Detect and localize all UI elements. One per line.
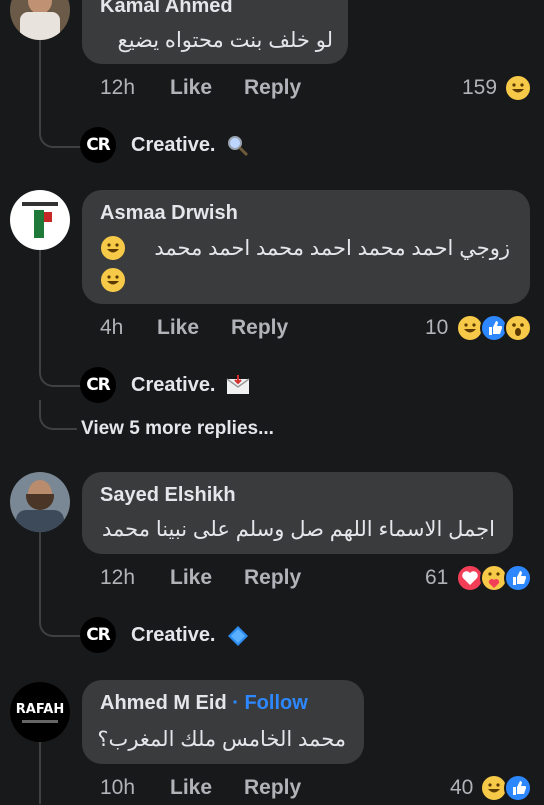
comment-author[interactable]: Sayed Elshikh	[100, 484, 236, 507]
page-avatar[interactable]: CR	[80, 127, 116, 163]
reaction-count[interactable]: 61	[425, 566, 448, 590]
comment-author[interactable]: Asmaa Drwish	[100, 202, 238, 225]
reply-author[interactable]: Creative.	[131, 134, 216, 157]
avatar[interactable]	[10, 0, 70, 40]
thread-connector	[39, 600, 81, 637]
thread-connector	[39, 350, 81, 387]
wow-icon	[504, 314, 532, 342]
comment-time[interactable]: 4h	[100, 316, 123, 340]
view-more-replies-link[interactable]: View 5 more replies...	[81, 418, 274, 440]
comment-time[interactable]: 12h	[100, 566, 135, 590]
reply-button[interactable]: Reply	[244, 76, 301, 100]
reaction-count[interactable]: 40	[450, 776, 473, 800]
page-avatar[interactable]: CR	[80, 367, 116, 403]
follow-button[interactable]: · Follow	[232, 692, 308, 714]
like-button[interactable]: Like	[170, 76, 212, 100]
laugh-icon	[99, 266, 127, 294]
diamond-icon	[226, 624, 250, 648]
comment-text: زوجي احمد محمد احمد محمد احمد محمد	[154, 237, 510, 260]
reply-button[interactable]: Reply	[244, 566, 301, 590]
avatar-logo-text: RAFAH	[15, 702, 65, 717]
like-button[interactable]: Like	[170, 776, 212, 800]
comment-time[interactable]: 10h	[100, 776, 135, 800]
magnifier-icon	[226, 134, 250, 158]
comment-text: محمد الخامس ملك المغرب؟	[97, 728, 346, 751]
reply-button[interactable]: Reply	[231, 316, 288, 340]
reply-button[interactable]: Reply	[244, 776, 301, 800]
page-avatar[interactable]: CR	[80, 617, 116, 653]
reply-author[interactable]: Creative.	[131, 374, 216, 397]
comment-time[interactable]: 12h	[100, 76, 135, 100]
author-name[interactable]: Ahmed M Eid	[100, 692, 227, 714]
laugh-icon	[504, 74, 532, 102]
comment-text: لو خلف بنت محتواه يضيع	[117, 29, 333, 52]
envelope-icon	[226, 374, 250, 398]
thread-line	[39, 742, 41, 804]
comment-text: اجمل الاسماء اللهم صل وسلم على نبينا محم…	[102, 518, 495, 541]
reaction-count[interactable]: 159	[462, 76, 497, 100]
avatar[interactable]: RAFAH	[10, 682, 70, 742]
laugh-icon	[99, 234, 127, 262]
avatar[interactable]	[10, 472, 70, 532]
like-icon	[504, 564, 532, 592]
avatar[interactable]	[10, 190, 70, 250]
reply-author[interactable]: Creative.	[131, 624, 216, 647]
comment-author: Ahmed M Eid · Follow	[100, 692, 308, 715]
like-icon	[504, 774, 532, 802]
reaction-count[interactable]: 10	[425, 316, 448, 340]
comment-author[interactable]: Kamal Ahmed	[100, 0, 233, 18]
thread-connector	[39, 112, 81, 148]
like-button[interactable]: Like	[157, 316, 199, 340]
thread-connector	[39, 400, 77, 430]
like-button[interactable]: Like	[170, 566, 212, 590]
